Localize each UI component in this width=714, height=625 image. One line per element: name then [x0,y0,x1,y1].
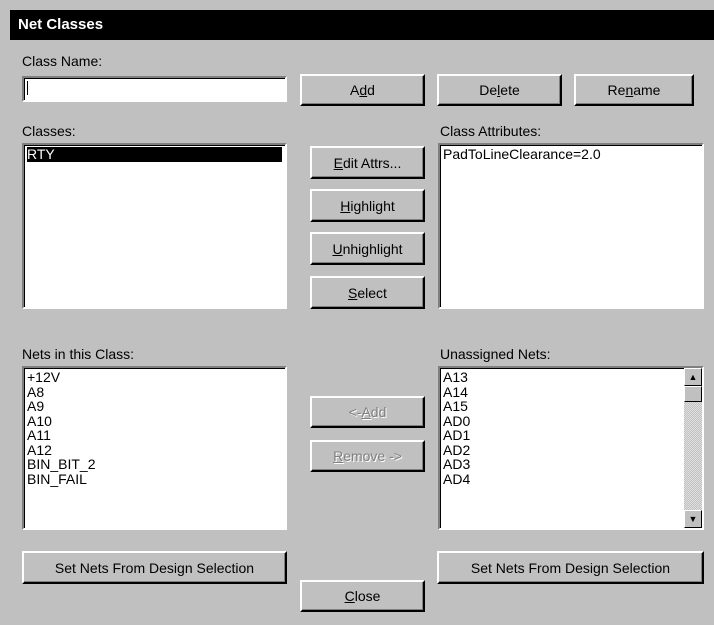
scroll-down-icon: ▼ [688,513,698,524]
classes-list-item[interactable]: RTY [27,147,282,162]
scroll-up-button[interactable]: ▲ [684,368,702,386]
list-item[interactable]: A8 [27,384,282,400]
add-button-accelerator: d [359,82,368,98]
rename-button-accelerator: n [625,82,634,98]
highlight-accelerator: H [340,197,351,214]
select-accelerator: S [348,284,358,301]
unhighlight-label: nhighlight [342,240,403,257]
class-name-input[interactable] [22,76,287,102]
add-net-accelerator: A [361,404,371,420]
add-button-label-pre: A [350,82,360,98]
nets-in-class-label: Nets in this Class: [22,346,135,362]
list-item[interactable]: A9 [27,399,282,414]
list-item[interactable]: +12V [27,370,282,385]
rename-button-label-pre: Re [607,82,626,98]
scroll-down-button[interactable]: ▼ [684,510,702,528]
add-button[interactable]: Add [300,74,425,106]
rename-button-label-post: ame [633,82,661,98]
remove-net-button[interactable]: Remove -> [310,440,425,472]
window-title: Net Classes [10,10,714,40]
list-item[interactable]: A11 [27,428,282,443]
delete-button-label-post: ete [500,82,520,98]
list-item[interactable]: A15 [443,399,682,414]
unassigned-nets-list[interactable]: A13 A14 A15 AD0 AD1 AD2 AD3 AD4 ▲ ▼ [438,366,704,530]
scroll-up-icon: ▲ [688,371,698,382]
close-button[interactable]: Close [300,580,425,612]
list-item[interactable]: A10 [27,413,282,429]
list-item[interactable]: AD0 [443,413,682,429]
highlight-label: ighlight [350,197,395,214]
list-item[interactable]: A14 [443,384,682,400]
unhighlight-button[interactable]: Unhighlight [310,232,425,265]
list-item[interactable]: BIN_FAIL [27,471,282,487]
list-item[interactable]: AD3 [443,457,682,472]
add-net-label-post: dd [370,404,387,420]
delete-button-label-pre: De [479,82,498,98]
classes-label: Classes: [22,123,76,139]
select-label: elect [357,284,387,301]
set-nets-from-design-selection-left-button[interactable]: Set Nets From Design Selection [22,551,287,584]
add-net-button[interactable]: <- Add [310,396,425,428]
unassigned-nets-label: Unassigned Nets: [440,346,551,362]
list-item[interactable]: AD1 [443,428,682,443]
classes-list[interactable]: RTY [22,143,287,309]
unassigned-nets-scrollbar[interactable]: ▲ ▼ [684,368,702,528]
class-attributes-list[interactable]: PadToLineClearance=2.0 [438,143,704,309]
remove-net-label: emove -> [343,448,402,464]
add-net-label-pre: <- [348,404,362,420]
text-caret [27,81,28,95]
unhighlight-accelerator: U [332,240,343,257]
class-attribute-item[interactable]: PadToLineClearance=2.0 [443,147,699,162]
delete-button[interactable]: De l ete [437,74,562,106]
rename-button[interactable]: Re n ame [574,74,694,106]
add-button-label-post: d [367,82,375,98]
class-name-label: Class Name: [22,53,103,69]
list-item[interactable]: BIN_BIT_2 [27,457,282,472]
list-item[interactable]: A13 [443,370,682,385]
nets-in-class-list[interactable]: +12V A8 A9 A10 A11 A12 BIN_BIT_2 BIN_FAI… [22,366,287,530]
list-item[interactable]: A12 [27,442,282,458]
close-accelerator: C [344,588,355,604]
remove-net-accelerator: R [333,448,344,464]
set-nets-from-design-selection-right-button[interactable]: Set Nets From Design Selection [437,551,704,584]
close-label: lose [354,588,381,604]
select-button[interactable]: Select [310,276,425,309]
scroll-thumb[interactable] [684,386,702,402]
edit-attrs-accelerator: E [333,154,343,171]
highlight-button[interactable]: Highlight [310,189,425,222]
edit-attrs-label: dit Attrs... [342,154,402,171]
list-item[interactable]: AD2 [443,442,682,458]
edit-attrs-button[interactable]: Edit Attrs... [310,146,425,179]
class-attributes-label: Class Attributes: [440,123,542,139]
list-item[interactable]: AD4 [443,471,682,487]
